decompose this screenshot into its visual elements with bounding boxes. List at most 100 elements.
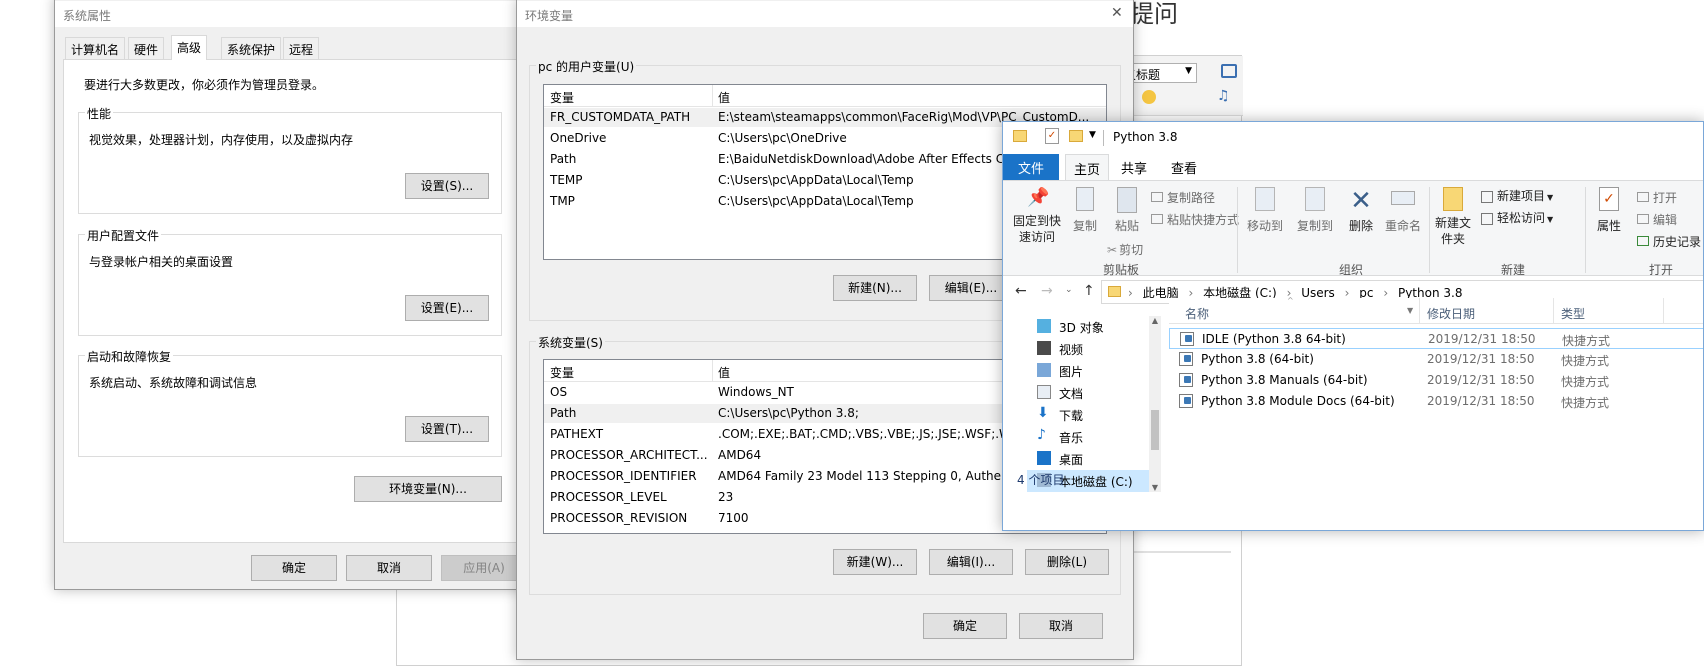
music-icon[interactable]: ♫ bbox=[1217, 88, 1230, 104]
close-icon[interactable]: ✕ bbox=[1111, 5, 1123, 21]
copy-button[interactable]: 复制 bbox=[1065, 187, 1105, 234]
move-to-label: 移动到 bbox=[1246, 219, 1283, 233]
tab-share[interactable]: 共享 bbox=[1113, 154, 1155, 180]
variable-value: C:\Users\pc\Python 3.8; bbox=[718, 406, 859, 420]
tab-system-protection[interactable]: 系统保护 bbox=[221, 37, 282, 59]
edit-button[interactable]: 编辑 bbox=[1637, 211, 1677, 228]
user-profile-group: 用户配置文件 与登录帐户相关的桌面设置 设置(E)... bbox=[78, 227, 502, 336]
cut-button[interactable]: ✂ 剪切 bbox=[1107, 241, 1143, 258]
user-new-button[interactable]: 新建(N)... bbox=[833, 275, 917, 301]
system-delete-button[interactable]: 删除(L) bbox=[1025, 549, 1109, 575]
nav-item-documents[interactable]: 文档 bbox=[1027, 382, 1147, 404]
cube-icon bbox=[1037, 319, 1051, 333]
system-new-button[interactable]: 新建(W)... bbox=[833, 549, 917, 575]
properties-check-icon[interactable]: ✓ bbox=[1045, 128, 1059, 144]
nav-item-3d-objects[interactable]: 3D 对象 bbox=[1027, 316, 1147, 338]
ok-button[interactable]: 确定 bbox=[251, 555, 337, 581]
new-folder-button[interactable]: 新建文件夹 bbox=[1431, 187, 1475, 247]
user-edit-button[interactable]: 编辑(E)... bbox=[929, 275, 1013, 301]
nav-label: 音乐 bbox=[1059, 431, 1084, 445]
nav-item-downloads[interactable]: ⬇ 下载 bbox=[1027, 404, 1147, 426]
explorer-titlebar[interactable]: ✓ ▼ Python 3.8 bbox=[1003, 122, 1703, 154]
column-type[interactable]: 类型 bbox=[1561, 305, 1585, 322]
startup-settings-button[interactable]: 设置(T)... bbox=[405, 416, 489, 442]
paste-shortcut-button[interactable]: 粘贴快捷方式 bbox=[1151, 211, 1239, 228]
column-value[interactable]: 值 bbox=[718, 89, 730, 106]
cancel-button[interactable]: 取消 bbox=[1019, 613, 1103, 639]
environment-variables-titlebar[interactable]: 环境变量 bbox=[517, 1, 1133, 27]
chevron-down-icon: ▼ bbox=[1547, 215, 1554, 224]
column-date-modified[interactable]: 修改日期 bbox=[1427, 305, 1475, 322]
tab-file[interactable]: 文件 bbox=[1003, 154, 1059, 180]
open-label: 打开 bbox=[1653, 191, 1678, 205]
easy-access-button[interactable]: 轻松访问 ▼ bbox=[1481, 209, 1553, 226]
user-profile-settings-button[interactable]: 设置(E)... bbox=[405, 295, 489, 321]
apply-button[interactable]: 应用(A) bbox=[441, 555, 527, 581]
column-variable[interactable]: 变量 bbox=[550, 89, 574, 106]
file-row[interactable]: Python 3.8 Module Docs (64-bit) 2019/12/… bbox=[1169, 391, 1703, 412]
tab-view[interactable]: 查看 bbox=[1163, 154, 1205, 180]
system-properties-titlebar[interactable]: 系统属性 bbox=[55, 1, 527, 27]
cancel-button[interactable]: 取消 bbox=[346, 555, 432, 581]
paste-button[interactable]: 粘贴 bbox=[1107, 187, 1147, 234]
copy-path-icon bbox=[1151, 192, 1163, 202]
file-row[interactable]: Python 3.8 Manuals (64-bit) 2019/12/31 1… bbox=[1169, 370, 1703, 391]
forward-arrow-icon[interactable]: → bbox=[1041, 283, 1053, 299]
copy-to-button[interactable]: 复制到 bbox=[1291, 187, 1339, 234]
monitor-icon[interactable] bbox=[1221, 64, 1237, 78]
chevron-down-icon[interactable]: ▼ bbox=[1089, 130, 1096, 140]
pin-icon: 📌 bbox=[1027, 187, 1050, 208]
nav-label: 下载 bbox=[1059, 409, 1084, 423]
performance-group: 性能 视觉效果，处理器计划，内存使用，以及虚拟内存 设置(S)... bbox=[78, 105, 502, 214]
column-separator bbox=[1663, 298, 1664, 324]
file-type: 快捷方式 bbox=[1562, 334, 1611, 348]
column-name[interactable]: 名称 bbox=[1185, 305, 1209, 322]
shortcut-icon bbox=[1180, 332, 1194, 346]
nav-item-desktop[interactable]: 桌面 bbox=[1027, 448, 1147, 470]
file-row[interactable]: Python 3.8 (64-bit) 2019/12/31 18:50 快捷方… bbox=[1169, 349, 1703, 370]
chevron-down-icon[interactable]: ▼ bbox=[1407, 306, 1413, 315]
delete-x-icon: ✕ bbox=[1350, 186, 1372, 216]
file-list-header: ^ 名称 ▼ 修改日期 类型 bbox=[1169, 296, 1703, 324]
performance-settings-button[interactable]: 设置(S)... bbox=[405, 173, 489, 199]
delete-button[interactable]: ✕ 删除 bbox=[1343, 187, 1379, 234]
tab-hardware[interactable]: 硬件 bbox=[128, 37, 165, 59]
history-button[interactable]: 历史记录 bbox=[1637, 233, 1701, 250]
rename-button[interactable]: 重命名 bbox=[1381, 187, 1425, 234]
tab-remote[interactable]: 远程 bbox=[283, 37, 320, 59]
nav-item-videos[interactable]: 视频 bbox=[1027, 338, 1147, 360]
new-item-button[interactable]: 新建项目 ▼ bbox=[1481, 187, 1553, 204]
tab-computer-name[interactable]: 计算机名 bbox=[65, 37, 126, 59]
scroll-thumb[interactable] bbox=[1151, 410, 1159, 450]
file-type: 快捷方式 bbox=[1561, 375, 1610, 389]
environment-variables-button[interactable]: 环境变量(N)... bbox=[354, 476, 502, 502]
nav-scrollbar[interactable]: ▲ ▼ bbox=[1149, 316, 1161, 492]
new-folder-icon[interactable] bbox=[1069, 130, 1083, 142]
scroll-down-icon[interactable]: ▼ bbox=[1149, 483, 1161, 492]
scroll-up-icon[interactable]: ▲ bbox=[1149, 316, 1161, 325]
copy-path-button[interactable]: 复制路径 bbox=[1151, 189, 1215, 206]
folder-icon bbox=[1108, 286, 1121, 297]
pin-quick-access-button[interactable]: 📌 固定到快速访问 bbox=[1007, 187, 1067, 245]
back-arrow-icon[interactable]: ← bbox=[1015, 283, 1027, 299]
nav-item-pictures[interactable]: 图片 bbox=[1027, 360, 1147, 382]
system-edit-button[interactable]: 编辑(I)... bbox=[929, 549, 1013, 575]
recent-locations-icon[interactable]: ⌄ bbox=[1065, 285, 1073, 295]
tab-advanced[interactable]: 高级 bbox=[171, 35, 208, 60]
nav-item-music[interactable]: ♪ 音乐 bbox=[1027, 426, 1147, 448]
ok-button[interactable]: 确定 bbox=[923, 613, 1007, 639]
easy-access-icon bbox=[1481, 212, 1493, 225]
move-to-button[interactable]: 移动到 bbox=[1241, 187, 1289, 234]
up-arrow-icon[interactable]: ↑ bbox=[1083, 283, 1095, 299]
chevron-down-icon: ▼ bbox=[1185, 66, 1192, 76]
user-profile-desc: 与登录帐户相关的桌面设置 bbox=[89, 255, 234, 269]
emoji-icon[interactable] bbox=[1142, 90, 1156, 104]
column-value[interactable]: 值 bbox=[718, 364, 730, 381]
properties-button[interactable]: ✓ 属性 bbox=[1587, 187, 1631, 234]
tab-home[interactable]: 主页 bbox=[1065, 154, 1110, 180]
move-to-icon bbox=[1255, 187, 1275, 211]
open-button[interactable]: 打开 bbox=[1637, 189, 1677, 206]
column-variable[interactable]: 变量 bbox=[550, 364, 574, 381]
variable-name: Path bbox=[550, 152, 577, 166]
file-row[interactable]: IDLE (Python 3.8 64-bit) 2019/12/31 18:5… bbox=[1169, 328, 1703, 349]
